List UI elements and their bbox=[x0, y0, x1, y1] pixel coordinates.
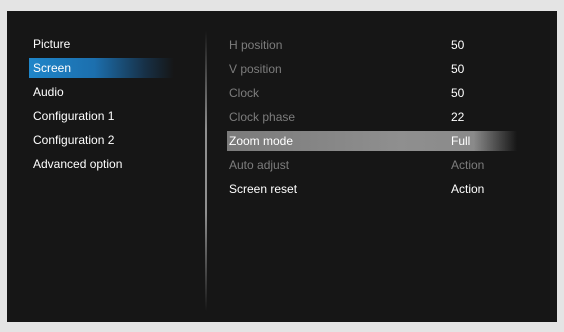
screen-settings-panel: H position 50 V position 50 Clock 50 Clo… bbox=[207, 11, 557, 322]
category-menu: Picture Screen Audio Configuration 1 Con… bbox=[7, 11, 207, 322]
setting-row-clock[interactable]: Clock 50 bbox=[227, 83, 517, 103]
setting-row-screen-reset[interactable]: Screen reset Action bbox=[227, 179, 517, 199]
setting-row-h-position[interactable]: H position 50 bbox=[227, 35, 517, 55]
setting-label: Clock phase bbox=[229, 110, 296, 124]
setting-row-clock-phase[interactable]: Clock phase 22 bbox=[227, 107, 517, 127]
setting-value: 22 bbox=[451, 110, 465, 124]
setting-value: Action bbox=[451, 182, 485, 196]
setting-row-auto-adjust[interactable]: Auto adjust Action bbox=[227, 155, 517, 175]
setting-label: Auto adjust bbox=[229, 158, 290, 172]
menu-item-audio[interactable]: Audio bbox=[29, 82, 174, 102]
setting-row-v-position[interactable]: V position 50 bbox=[227, 59, 517, 79]
menu-item-screen[interactable]: Screen bbox=[29, 58, 174, 78]
setting-value: Full bbox=[451, 134, 471, 148]
setting-label: V position bbox=[229, 62, 282, 76]
menu-item-advanced-option[interactable]: Advanced option bbox=[29, 154, 174, 174]
setting-label: Zoom mode bbox=[229, 134, 294, 148]
menu-item-picture[interactable]: Picture bbox=[29, 34, 174, 54]
setting-label: Screen reset bbox=[229, 182, 298, 196]
setting-value: 50 bbox=[451, 38, 465, 52]
menu-item-configuration-1[interactable]: Configuration 1 bbox=[29, 106, 174, 126]
setting-value: Action bbox=[451, 158, 485, 172]
setting-value: 50 bbox=[451, 62, 465, 76]
setting-label: H position bbox=[229, 38, 283, 52]
osd-menu: Picture Screen Audio Configuration 1 Con… bbox=[7, 11, 557, 322]
setting-value: 50 bbox=[451, 86, 465, 100]
menu-item-configuration-2[interactable]: Configuration 2 bbox=[29, 130, 174, 150]
setting-row-zoom-mode[interactable]: Zoom mode Full bbox=[227, 131, 517, 151]
setting-label: Clock bbox=[229, 86, 260, 100]
